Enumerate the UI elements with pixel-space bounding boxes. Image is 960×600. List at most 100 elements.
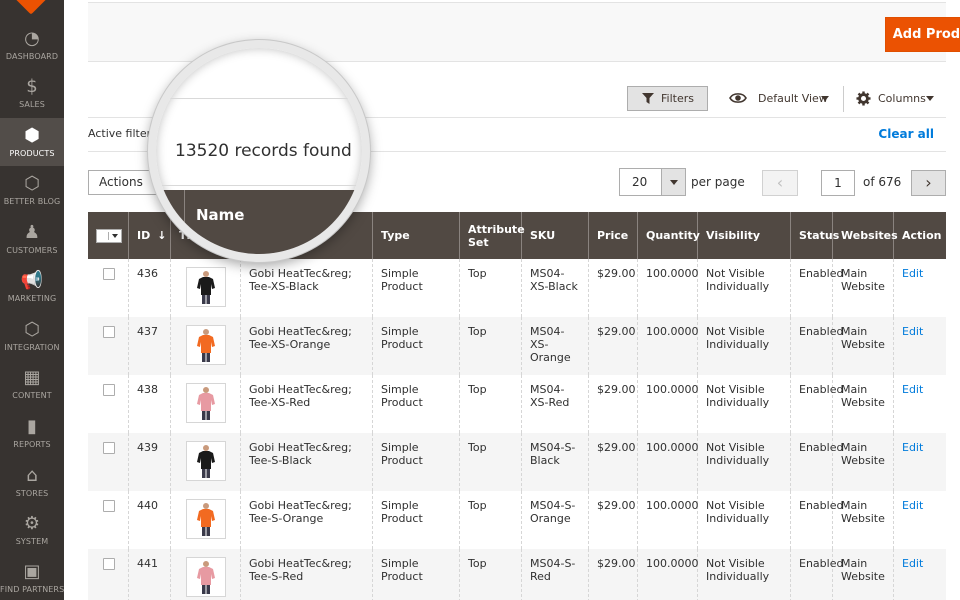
sidebar-item-sales[interactable]: $ SALES: [0, 69, 64, 117]
bar-chart-icon: ▮: [27, 416, 37, 437]
box-icon: ▣: [23, 561, 41, 582]
column-header-price[interactable]: Price: [589, 212, 638, 259]
gear-icon: [856, 91, 871, 106]
row-checkbox[interactable]: [103, 500, 115, 512]
sidebar-item-stores[interactable]: ⌂ STORES: [0, 458, 64, 506]
table-row[interactable]: 441 Gobi HeatTec&reg; Tee-S-Red Simple Pro…: [88, 549, 946, 600]
cell-mass-select[interactable]: [88, 433, 129, 491]
cell-value: Gobi HeatTec&reg; Tee-S-Red: [249, 557, 352, 583]
column-header-label: Type: [381, 229, 410, 242]
row-checkbox[interactable]: [103, 268, 115, 280]
cell-action[interactable]: Edit: [894, 317, 946, 375]
columns-dropdown[interactable]: Columns: [878, 90, 926, 108]
column-header-status[interactable]: Status: [791, 212, 839, 259]
per-page-select[interactable]: 20: [619, 168, 686, 196]
column-header-quantity[interactable]: Quantity: [638, 212, 700, 259]
cell-action[interactable]: Edit: [894, 433, 946, 491]
cell-sku: MS04-S-Orange: [522, 491, 589, 549]
row-checkbox[interactable]: [103, 326, 115, 338]
cell-action[interactable]: Edit: [894, 549, 946, 600]
cell-value: Simple Product: [381, 441, 423, 467]
sidebar-item-marketing[interactable]: 📢 MARKETING: [0, 263, 64, 311]
magnified-column-divider: [184, 190, 185, 250]
sidebar-item-products[interactable]: ⬢ PRODUCTS: [0, 118, 64, 166]
row-checkbox[interactable]: [103, 442, 115, 454]
sidebar-item-content[interactable]: ▦ CONTENT: [0, 360, 64, 408]
sidebar-item-integration[interactable]: ⬡ INTEGRATION: [0, 312, 64, 360]
row-checkbox[interactable]: [103, 384, 115, 396]
product-thumbnail[interactable]: [186, 383, 226, 423]
cell-mass-select[interactable]: [88, 491, 129, 549]
edit-link[interactable]: Edit: [902, 441, 923, 454]
column-header-attribute-set[interactable]: Attribute Set: [460, 212, 525, 259]
column-header-label: SKU: [530, 229, 556, 242]
cell-sku: MS04-XS-Black: [522, 259, 589, 317]
table-row[interactable]: 438 Gobi HeatTec&reg; Tee-XS-Red Simple Pr…: [88, 375, 946, 433]
clear-all-link[interactable]: Clear all: [878, 127, 934, 141]
product-thumbnail[interactable]: [186, 325, 226, 365]
cell-mass-select[interactable]: [88, 375, 129, 433]
column-header-type[interactable]: Type: [373, 212, 460, 259]
gear-icon: ⚙: [23, 513, 41, 534]
sidebar-item-reports[interactable]: ▮ REPORTS: [0, 409, 64, 457]
cell-websites: Main Website: [833, 375, 894, 433]
cube-icon: ⬢: [24, 125, 40, 146]
cell-value: Simple Product: [381, 383, 423, 409]
edit-link[interactable]: Edit: [902, 557, 923, 570]
tshirt-icon: [197, 445, 215, 478]
mass-select-checkbox[interactable]: [96, 229, 122, 243]
cell-thumbnail: [171, 259, 241, 317]
product-thumbnail[interactable]: [186, 267, 226, 307]
cell-value: Not Visible Individually: [706, 267, 770, 293]
table-row[interactable]: 439 Gobi HeatTec&reg; Tee-S-Black Simple P…: [88, 433, 946, 491]
column-header-sku[interactable]: SKU: [522, 212, 589, 259]
cell-mass-select[interactable]: [88, 549, 129, 600]
cell-action[interactable]: Edit: [894, 375, 946, 433]
sidebar-item-better-blog[interactable]: ⬡ BETTER BLOG: [0, 166, 64, 214]
sidebar-item-dashboard[interactable]: ◔ DASHBOARD: [0, 21, 64, 69]
cell-id: 436: [129, 259, 171, 317]
edit-link[interactable]: Edit: [902, 267, 923, 280]
table-row[interactable]: 440 Gobi HeatTec&reg; Tee-S-Orange Simple …: [88, 491, 946, 549]
column-header-websites[interactable]: Websites: [833, 212, 898, 259]
admin-sidebar: ◔ DASHBOARD $ SALES ⬢ PRODUCTS ⬡ BETTER BLOG ♟ CU…: [0, 0, 64, 600]
per-page-toggle[interactable]: [661, 169, 685, 195]
cell-value: 440: [137, 499, 158, 512]
filters-button[interactable]: Filters: [627, 86, 708, 111]
next-page-button[interactable]: ›: [911, 170, 946, 196]
sidebar-item-find-partners[interactable]: ▣ FIND PARTNERS: [0, 554, 64, 600]
column-header-action[interactable]: Action: [894, 212, 946, 259]
magento-logo-icon[interactable]: [15, 0, 47, 15]
edit-link[interactable]: Edit: [902, 383, 923, 396]
cell-status: Enabled: [791, 317, 843, 375]
cell-name: Gobi HeatTec&reg; Tee-XS-Red: [241, 375, 373, 433]
product-thumbnail[interactable]: [186, 441, 226, 481]
cell-action[interactable]: Edit: [894, 491, 946, 549]
edit-link[interactable]: Edit: [902, 499, 923, 512]
column-header-visibility[interactable]: Visibility: [698, 212, 791, 259]
edit-link[interactable]: Edit: [902, 325, 923, 338]
chevron-down-icon: [112, 234, 118, 238]
cell-value: Not Visible Individually: [706, 325, 770, 351]
product-thumbnail[interactable]: [186, 557, 226, 597]
default-view-dropdown[interactable]: Default View: [758, 90, 828, 108]
cell-mass-select[interactable]: [88, 259, 129, 317]
sidebar-item-system[interactable]: ⚙ SYSTEM: [0, 506, 64, 554]
add-product-button[interactable]: Add Product: [885, 17, 960, 52]
cell-value: Gobi HeatTec&reg; Tee-S-Orange: [249, 499, 352, 525]
previous-page-button[interactable]: ‹: [762, 170, 798, 196]
product-thumbnail[interactable]: [186, 499, 226, 539]
cell-value: $29.00: [597, 267, 636, 280]
cell-mass-select[interactable]: [88, 317, 129, 375]
cell-value: 100.0000: [646, 325, 699, 338]
column-header-label: Attribute Set: [468, 222, 525, 249]
current-page-input[interactable]: 1: [821, 170, 855, 196]
sidebar-item-label: PRODUCTS: [9, 149, 55, 158]
table-row[interactable]: 437 Gobi HeatTec&reg; Tee-XS-Orange Simple…: [88, 317, 946, 375]
sidebar-item-customers[interactable]: ♟ CUSTOMERS: [0, 215, 64, 263]
column-header-mass-select[interactable]: [88, 212, 129, 259]
name-column-header[interactable]: Name: [196, 206, 244, 224]
cell-action[interactable]: Edit: [894, 259, 946, 317]
table-row[interactable]: 436 Gobi HeatTec&reg; Tee-XS-Black Simple …: [88, 259, 946, 317]
row-checkbox[interactable]: [103, 558, 115, 570]
